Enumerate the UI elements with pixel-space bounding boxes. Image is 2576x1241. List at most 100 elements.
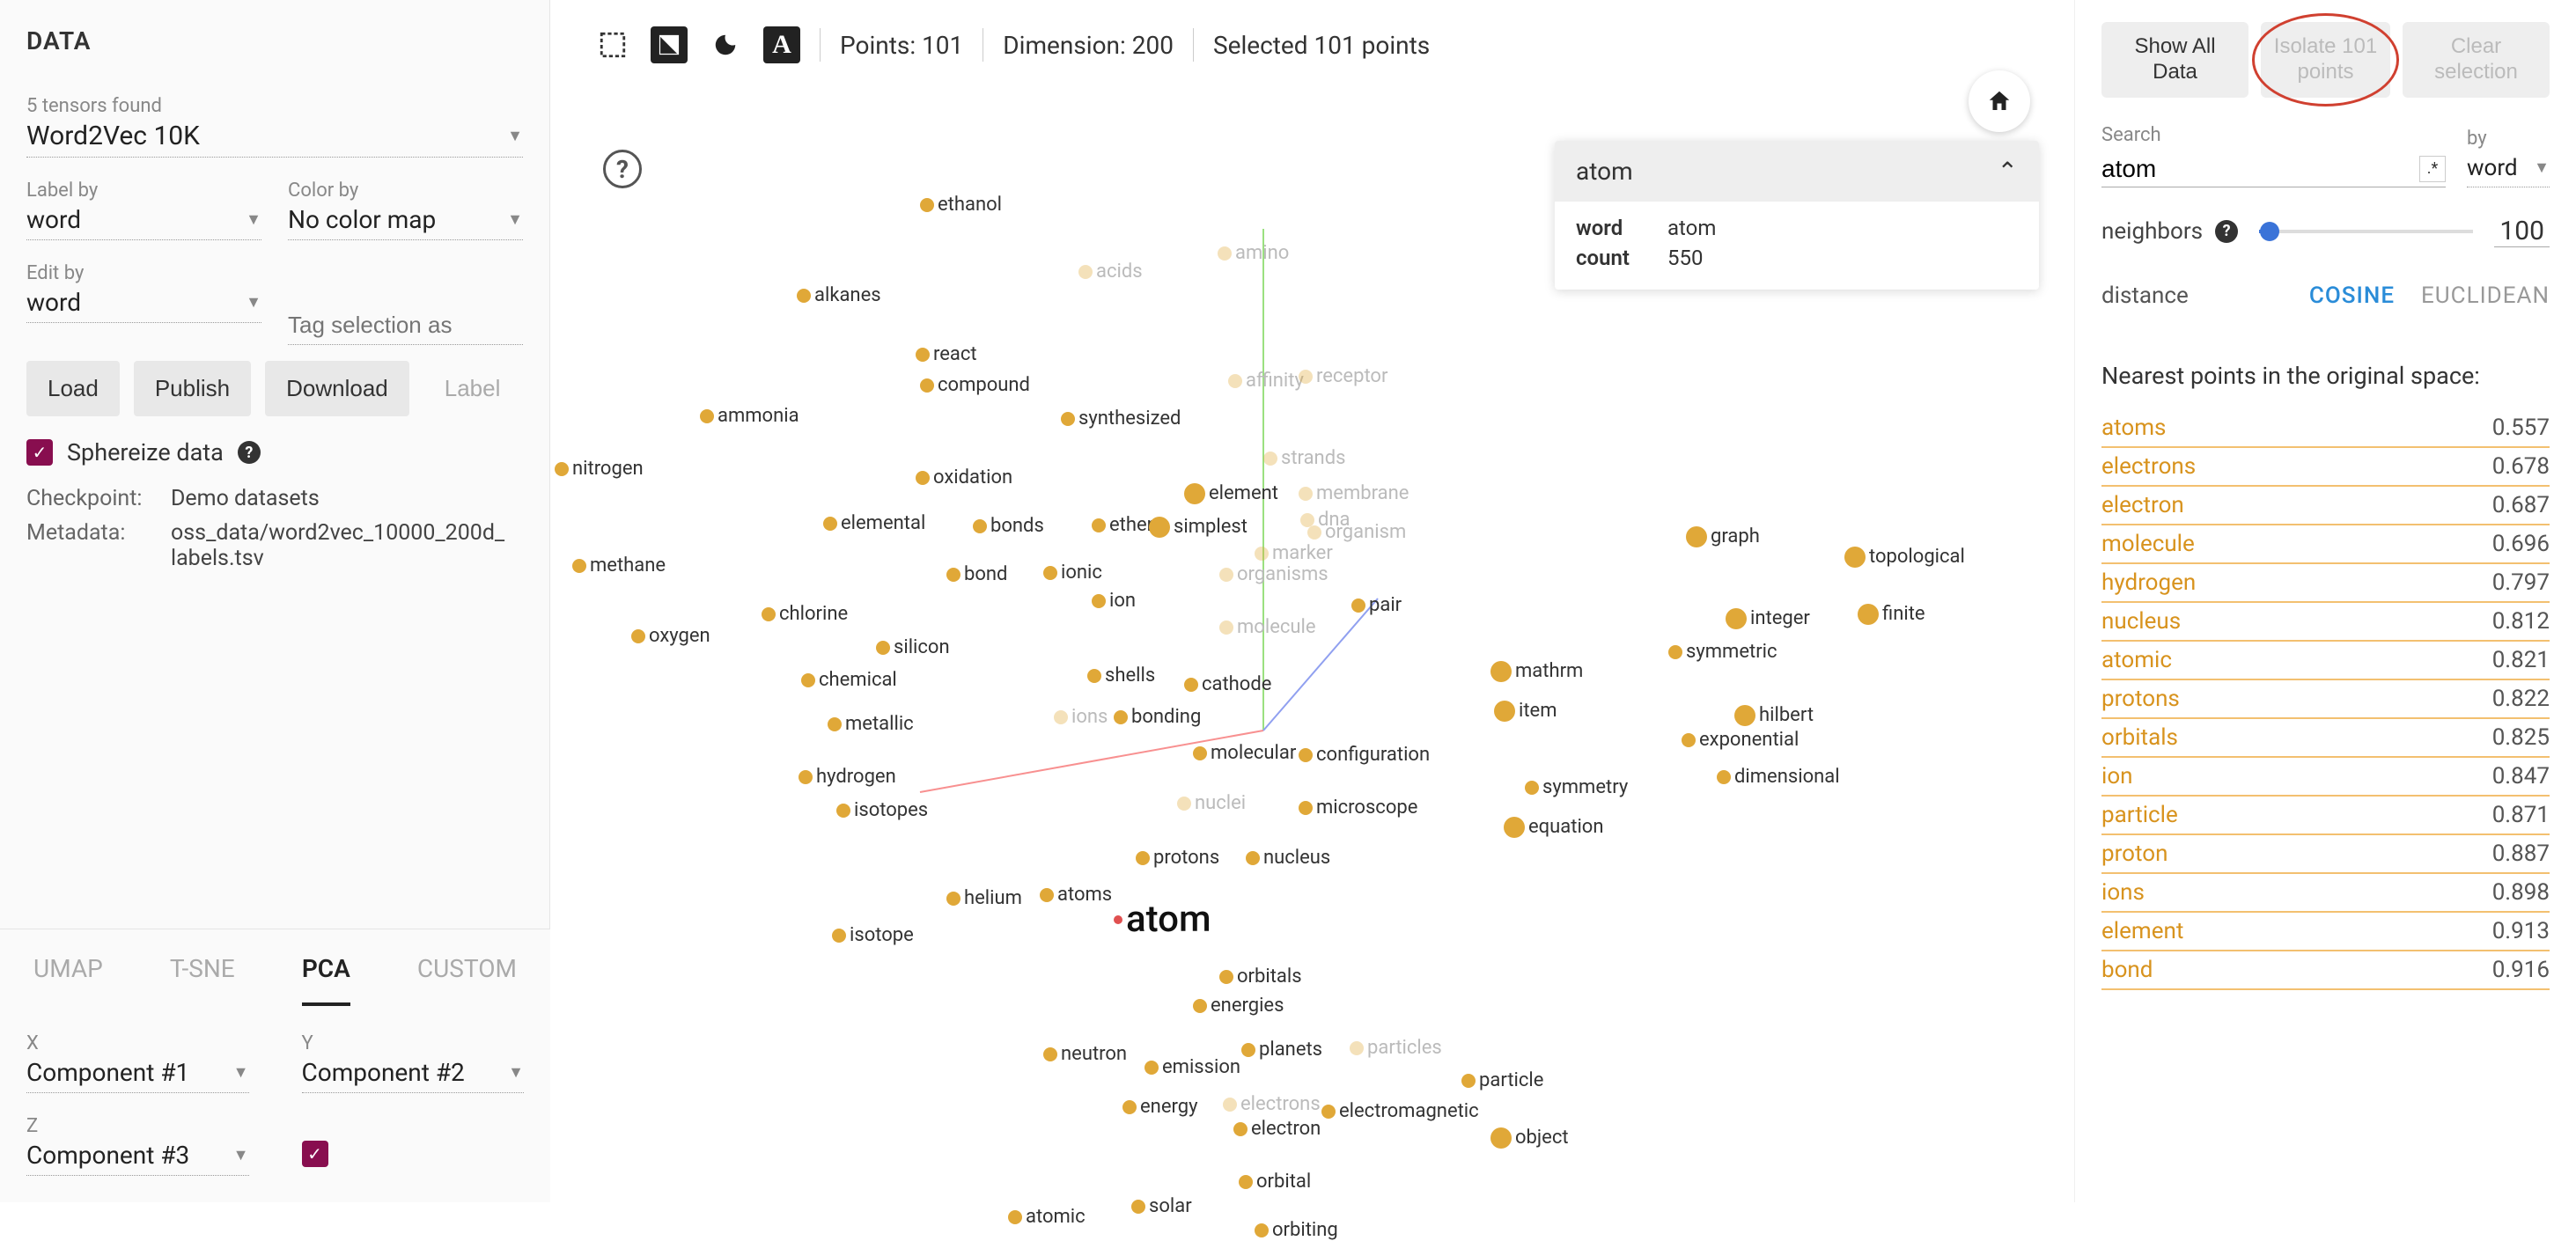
scatter-point[interactable]: mathrm xyxy=(1490,660,1583,682)
nearest-row[interactable]: molecule0.696 xyxy=(2101,525,2550,564)
scatter-point[interactable]: energies xyxy=(1193,995,1284,1017)
scatter-point[interactable]: ethanol xyxy=(920,194,1002,216)
scatter-point[interactable]: ionic xyxy=(1043,562,1102,584)
distance-cosine[interactable]: COSINE xyxy=(2309,283,2395,309)
nearest-row[interactable]: ions0.898 xyxy=(2101,874,2550,913)
scatter-point[interactable]: configuration xyxy=(1299,744,1430,766)
scatter-point[interactable]: exponential xyxy=(1682,729,1799,751)
nearest-row[interactable]: element0.913 xyxy=(2101,913,2550,951)
scatter-point[interactable]: energy xyxy=(1122,1096,1198,1118)
scatter-point[interactable]: cathode xyxy=(1184,673,1271,695)
nearest-row[interactable]: proton0.887 xyxy=(2101,835,2550,874)
scatter-point[interactable]: hydrogen xyxy=(799,766,896,788)
scatter-point[interactable]: symmetry xyxy=(1525,776,1628,798)
scatter-point[interactable]: isotope xyxy=(832,924,914,946)
scatter-point[interactable]: react xyxy=(916,343,977,365)
scatter-point[interactable]: orbiting xyxy=(1255,1219,1338,1241)
scatter-point[interactable]: strands xyxy=(1263,447,1345,469)
scatter-point[interactable]: object xyxy=(1490,1127,1569,1149)
scatter-point[interactable]: acids xyxy=(1078,261,1143,283)
scatter-point[interactable]: oxygen xyxy=(631,625,710,647)
scatter-point[interactable]: orbitals xyxy=(1219,966,1302,988)
scatter-point[interactable]: helium xyxy=(946,887,1022,909)
scatter-point[interactable]: compound xyxy=(920,374,1030,396)
info-card-header[interactable]: atom ⌃ xyxy=(1555,141,2039,202)
select-box-icon[interactable] xyxy=(594,26,631,63)
tensor-select[interactable]: Word2Vec 10K ▼ xyxy=(26,121,523,158)
load-button[interactable]: Load xyxy=(26,361,120,416)
help-icon[interactable]: ? xyxy=(2215,220,2238,243)
scatter-point[interactable]: atomic xyxy=(1008,1206,1086,1228)
scatter-point[interactable]: pair xyxy=(1351,594,1402,616)
nearest-row[interactable]: atomic0.821 xyxy=(2101,642,2550,680)
labels-toggle-icon[interactable]: A xyxy=(763,26,800,63)
scatter-point[interactable]: protons xyxy=(1136,847,1219,869)
nearest-row[interactable]: hydrogen0.797 xyxy=(2101,564,2550,603)
scatter-point[interactable]: chemical xyxy=(801,669,897,691)
scatter-point[interactable]: equation xyxy=(1504,816,1604,838)
scatter-point[interactable]: nitrogen xyxy=(555,458,644,480)
scatter-point[interactable]: element xyxy=(1184,482,1278,504)
tab-custom[interactable]: CUSTOM xyxy=(417,954,517,1006)
edit-by-select[interactable]: word ▼ xyxy=(26,288,261,323)
show-all-data-button[interactable]: Show All Data xyxy=(2101,22,2248,98)
scatter-point[interactable]: emission xyxy=(1144,1056,1240,1078)
nearest-row[interactable]: orbitals0.825 xyxy=(2101,719,2550,758)
label-button[interactable]: Label xyxy=(423,361,522,416)
publish-button[interactable]: Publish xyxy=(134,361,251,416)
search-by-select[interactable]: word ▼ xyxy=(2467,155,2550,187)
scatter-point[interactable]: nucleus xyxy=(1246,847,1330,869)
scatter-point[interactable]: oxidation xyxy=(916,466,1012,488)
scatter-point[interactable]: bonds xyxy=(973,515,1044,537)
exposure-icon[interactable] xyxy=(651,26,688,63)
z-enable-checkbox[interactable]: ✓ xyxy=(302,1141,328,1167)
nearest-row[interactable]: nucleus0.812 xyxy=(2101,603,2550,642)
search-input[interactable] xyxy=(2101,151,2419,187)
scatter-point[interactable]: organisms xyxy=(1219,563,1328,585)
scatter-point[interactable]: alkanes xyxy=(797,284,881,306)
scatter-point[interactable]: affinity xyxy=(1228,370,1304,392)
tab-pca[interactable]: PCA xyxy=(302,954,350,1006)
scatter-point[interactable]: topological xyxy=(1844,546,1965,568)
scatter-point[interactable]: finite xyxy=(1858,603,1925,625)
clear-selection-button[interactable]: Clear selection xyxy=(2403,22,2550,98)
y-component-select[interactable]: Component #2 ▼ xyxy=(302,1058,525,1093)
scatter-point[interactable]: molecule xyxy=(1219,616,1316,638)
help-icon[interactable]: ? xyxy=(238,441,261,464)
scatter-point[interactable]: atoms xyxy=(1040,884,1112,906)
scatter-point[interactable]: planets xyxy=(1241,1039,1322,1061)
neighbors-slider[interactable] xyxy=(2259,230,2473,233)
scatter-point[interactable]: bond xyxy=(946,563,1007,585)
scatter-point[interactable]: marker xyxy=(1255,542,1333,564)
download-button[interactable]: Download xyxy=(265,361,409,416)
isolate-points-button[interactable]: Isolate 101 points xyxy=(2261,22,2390,98)
scatter-point[interactable]: methane xyxy=(572,554,666,576)
scatter-point[interactable]: ammonia xyxy=(700,405,799,427)
scatter-point[interactable]: particle xyxy=(1461,1069,1543,1091)
tab-tsne[interactable]: T-SNE xyxy=(170,954,235,1006)
nearest-row[interactable]: atoms0.557 xyxy=(2101,409,2550,448)
nearest-row[interactable]: particle0.871 xyxy=(2101,797,2550,835)
distance-euclidean[interactable]: EUCLIDEAN xyxy=(2421,283,2550,309)
scatter-point[interactable]: orbital xyxy=(1239,1171,1311,1193)
nearest-row[interactable]: bond0.916 xyxy=(2101,951,2550,990)
scatter-point[interactable]: integer xyxy=(1726,607,1810,629)
tab-umap[interactable]: UMAP xyxy=(33,954,103,1006)
label-by-select[interactable]: word ▼ xyxy=(26,205,261,240)
scatter-point[interactable]: receptor xyxy=(1299,365,1387,387)
scatter-point[interactable]: particles xyxy=(1350,1037,1442,1059)
scatter-point[interactable]: ion xyxy=(1092,590,1136,612)
scatter-point[interactable]: silicon xyxy=(876,636,950,658)
scatter-point[interactable]: symmetric xyxy=(1668,641,1777,663)
tag-selection-input[interactable] xyxy=(288,312,523,345)
scatter-point[interactable]: metallic xyxy=(828,713,914,735)
scatter-point[interactable]: molecular xyxy=(1193,742,1296,764)
scatter-point[interactable]: organism xyxy=(1307,521,1406,543)
scatter-point[interactable]: nuclei xyxy=(1177,792,1246,814)
sphereize-checkbox[interactable]: ✓ xyxy=(26,439,53,466)
color-by-select[interactable]: No color map ▼ xyxy=(288,205,523,240)
scatter-point[interactable]: shells xyxy=(1087,665,1155,687)
scatter-point[interactable]: bonding xyxy=(1114,706,1201,728)
scatter-point[interactable]: graph xyxy=(1686,525,1760,547)
nearest-row[interactable]: protons0.822 xyxy=(2101,680,2550,719)
